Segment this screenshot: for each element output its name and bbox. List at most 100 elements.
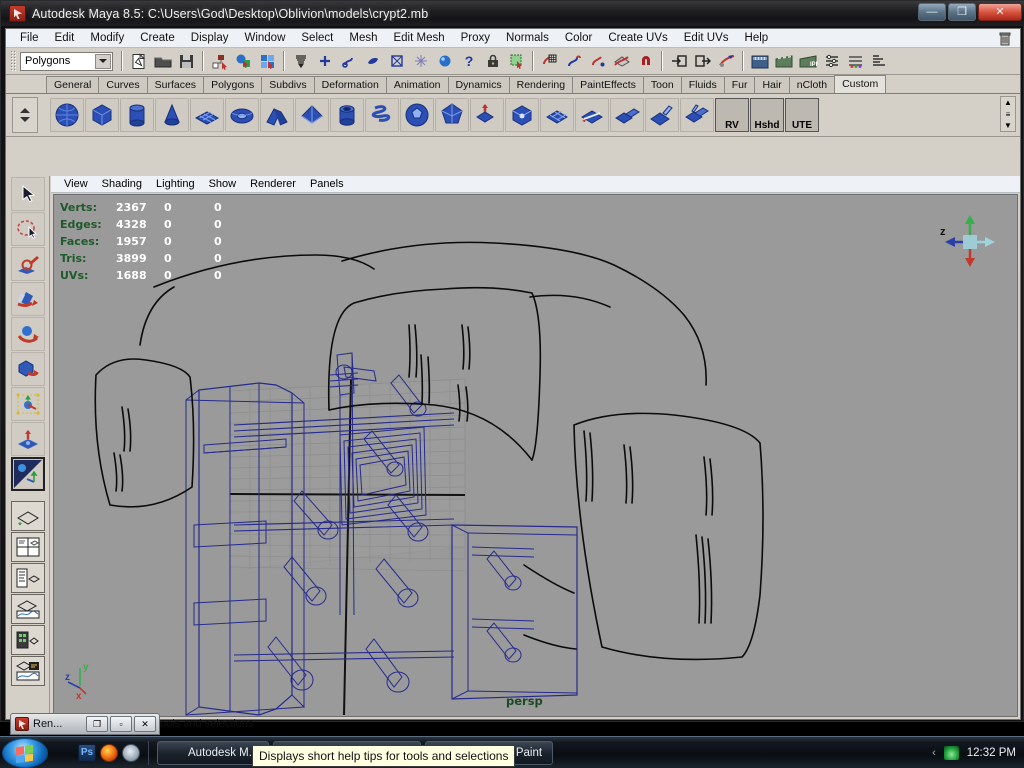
shelf-button-rv[interactable]: RV [715,98,749,132]
menu-item-color[interactable]: Color [557,30,600,46]
four-view-layout[interactable] [10,532,45,562]
outliner-persp-layout[interactable] [10,563,45,593]
maximize-button-2[interactable]: ▫ [110,716,132,732]
snap-to-points-icon[interactable] [586,50,609,72]
close-button[interactable]: ✕ [978,3,1022,21]
poly-helix-icon[interactable] [365,98,399,132]
snap-to-grids-icon[interactable] [538,50,561,72]
snap-to-curves-icon[interactable] [562,50,585,72]
poly-pyramid-icon[interactable] [295,98,329,132]
persp-graph-layout[interactable] [10,594,45,624]
viewport-menu-lighting[interactable]: Lighting [149,177,202,191]
make-live-icon[interactable] [433,50,456,72]
collapse-all-icon[interactable] [289,50,312,72]
menu-item-create[interactable]: Create [132,30,183,46]
poly-smooth-icon[interactable] [540,98,574,132]
open-scene-icon[interactable] [151,50,174,72]
render-settings-icon[interactable] [820,50,843,72]
lasso-select-tool[interactable] [10,212,45,246]
viewport-menu-view[interactable]: View [57,177,95,191]
shelf-scroll-down-icon[interactable]: ▼ [1001,120,1015,131]
maximize-button[interactable]: ❐ [948,3,976,21]
shelf-tab-hair[interactable]: Hair [754,76,790,93]
start-button[interactable] [2,737,48,768]
menu-item-create-uvs[interactable]: Create UVs [600,30,675,46]
lock-icon[interactable] [481,50,504,72]
poly-soccer-ball-icon[interactable] [400,98,434,132]
shelf-tab-deformation[interactable]: Deformation [313,76,387,93]
restore-button[interactable]: ❐ [86,716,108,732]
ipr-render-region-icon[interactable]: IPR [796,50,819,72]
shelf-tab-custom[interactable]: Custom [834,75,887,93]
paint-select-tool[interactable] [10,247,45,281]
shelf-tab-ncloth[interactable]: nCloth [788,76,836,93]
shelf-tab-polygons[interactable]: Polygons [203,76,263,93]
poly-torus-icon[interactable] [225,98,259,132]
clock[interactable]: 12:32 PM [967,747,1016,759]
select-tool[interactable] [10,177,45,211]
poly-prism-icon[interactable] [260,98,294,132]
shelf-tab-subdivs[interactable]: Subdivs [261,76,315,93]
last-tool-used[interactable] [10,457,45,491]
show-hidden-icons-icon[interactable]: ‹ [932,747,936,759]
shelf-tab-general[interactable]: General [46,76,100,93]
photoshop-quicklaunch-icon[interactable]: Ps [78,743,96,762]
menu-set-selector[interactable]: Polygons [20,51,113,71]
network-icon[interactable] [943,745,959,760]
universal-manipulator-tool[interactable] [10,387,45,421]
snap-to-curve-icon[interactable] [337,50,360,72]
shelf-button-ute[interactable]: UTE [785,98,819,132]
toolbar-grip[interactable] [10,50,16,72]
poly-sculpt-icon[interactable] [645,98,679,132]
menu-item-select[interactable]: Select [293,30,341,46]
scale-tool[interactable] [10,352,45,386]
shelf-overflow-scroll[interactable]: ▲ ≡ ▼ [1000,96,1016,132]
new-scene-icon[interactable] [127,50,150,72]
eye-quicklaunch-icon[interactable] [122,743,140,762]
poly-pipe-icon[interactable] [330,98,364,132]
channel-box-icon[interactable] [868,50,891,72]
viewport-menu-panels[interactable]: Panels [303,177,351,191]
shelf-scroll-menu-icon[interactable]: ≡ [1001,109,1015,120]
poly-extrude-icon[interactable] [470,98,504,132]
input-connections-icon[interactable] [667,50,690,72]
shelf-tab-fluids[interactable]: Fluids [680,76,725,93]
menu-item-file[interactable]: File [12,30,47,46]
shelf-tab-animation[interactable]: Animation [385,76,449,93]
menu-item-proxy[interactable]: Proxy [453,30,498,46]
help-icon[interactable]: ? [457,50,480,72]
menu-item-display[interactable]: Display [183,30,237,46]
rotate-tool[interactable] [10,317,45,351]
poly-cylinder-icon[interactable] [120,98,154,132]
hypershade-persp-layout[interactable] [10,625,45,655]
select-by-component-icon[interactable] [256,50,279,72]
snap-to-view-planes-icon[interactable] [610,50,633,72]
menu-item-mesh[interactable]: Mesh [341,30,385,46]
viewport-menu-show[interactable]: Show [202,177,244,191]
viewport-menu-shading[interactable]: Shading [95,177,149,191]
close-button-2[interactable]: ✕ [134,716,156,732]
menu-item-window[interactable]: Window [236,30,293,46]
poly-cube-icon[interactable] [85,98,119,132]
shelf-tab-surfaces[interactable]: Surfaces [146,76,205,93]
shelf-button-hshd[interactable]: Hshd [750,98,784,132]
add-to-selection-icon[interactable] [313,50,336,72]
menu-item-edit-uvs[interactable]: Edit UVs [676,30,737,46]
snap-to-plane-icon[interactable] [385,50,408,72]
poly-append-icon[interactable] [610,98,644,132]
delete-shelf-icon[interactable] [996,30,1014,47]
poly-split-icon[interactable] [575,98,609,132]
poly-plane-icon[interactable] [190,98,224,132]
make-live-magnet-icon[interactable] [634,50,657,72]
soft-modification-tool[interactable] [10,422,45,456]
construction-history-icon[interactable] [715,50,738,72]
poly-platonic-icon[interactable] [435,98,469,132]
viewport-menu-renderer[interactable]: Renderer [243,177,303,191]
shelf-tab-dynamics[interactable]: Dynamics [447,76,510,93]
ipr-render-icon[interactable] [772,50,795,72]
poly-sphere-icon[interactable] [50,98,84,132]
shelf-tab-fur[interactable]: Fur [723,76,756,93]
perspective-viewport[interactable]: Verts: 2367 0 0 Edges: 4328 0 0 Faces: 1… [53,194,1018,717]
output-connections-icon[interactable] [691,50,714,72]
shelf-tab-rendering[interactable]: Rendering [508,76,574,93]
